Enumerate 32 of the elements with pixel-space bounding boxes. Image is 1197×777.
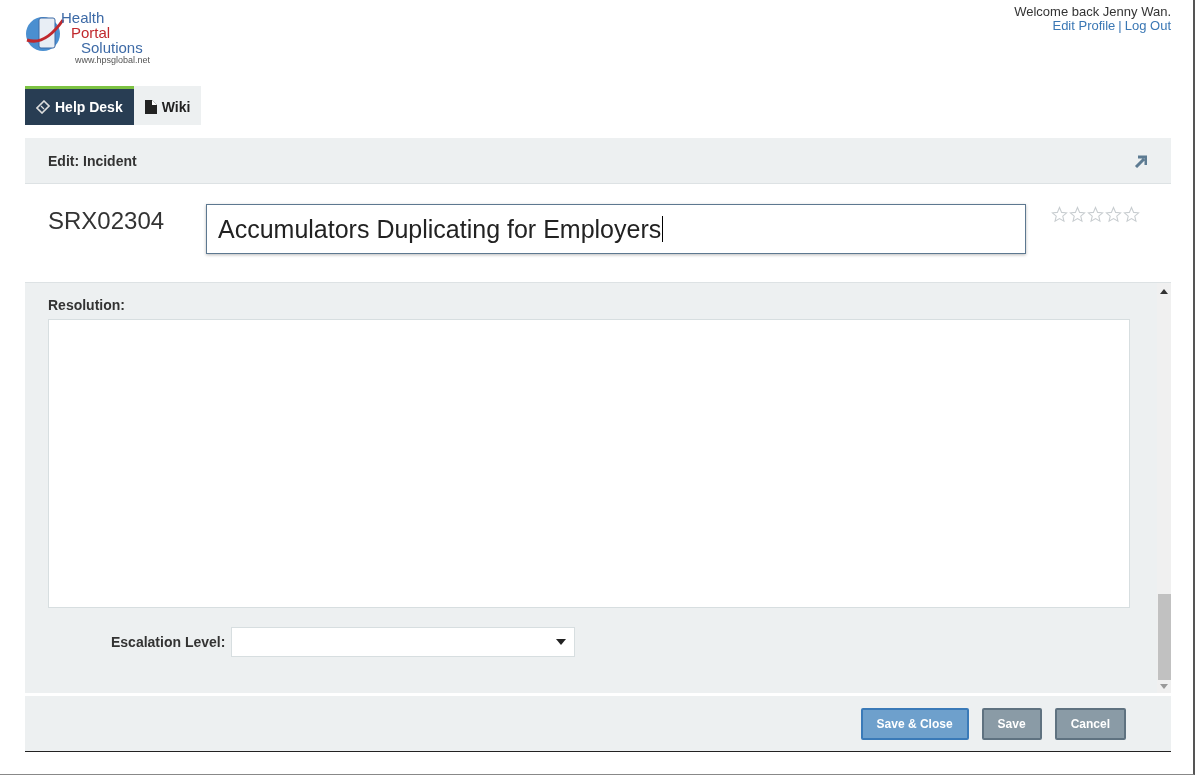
- star-icon[interactable]: [1087, 206, 1104, 223]
- log-out-link[interactable]: Log Out: [1124, 19, 1171, 33]
- header-title: Edit: Incident: [48, 152, 137, 169]
- star-icon[interactable]: [1051, 206, 1068, 223]
- logo-text: Portal: [71, 25, 112, 40]
- incident-id: SRX02304: [48, 207, 166, 235]
- welcome-text: Welcome back Jenny Wan.: [1014, 5, 1171, 19]
- scroll-up-icon[interactable]: [1160, 289, 1168, 294]
- action-button[interactable]: Save: [981, 707, 1042, 740]
- escalation-dropdown[interactable]: [231, 627, 576, 657]
- star-icon[interactable]: [1105, 206, 1122, 223]
- escalation-label: Escalation Level:: [111, 634, 226, 650]
- link-separator: |: [1118, 19, 1122, 33]
- scroll-down-icon[interactable]: [1160, 684, 1168, 689]
- expand-arrow-icon[interactable]: [1133, 153, 1147, 168]
- nav-tab[interactable]: Wiki: [133, 86, 202, 125]
- resolution-text-area[interactable]: [48, 319, 1130, 608]
- star-icon[interactable]: [1069, 206, 1086, 223]
- resolution-label: Resolution:: [48, 297, 126, 313]
- action-button[interactable]: Save & Close: [860, 707, 969, 740]
- edit-profile-link[interactable]: Edit Profile: [1052, 19, 1116, 33]
- action-button[interactable]: Cancel: [1054, 707, 1126, 740]
- scroll-thumb[interactable]: [1157, 594, 1171, 680]
- logo-url: www.hpsglobal.net: [75, 55, 151, 65]
- logo-text: Health: [61, 10, 106, 25]
- star-icon[interactable]: [1123, 206, 1140, 223]
- document-icon: [144, 100, 157, 114]
- title-input-field[interactable]: Accumulators Duplicating for Employers: [206, 204, 1026, 254]
- ticket-icon: [36, 100, 50, 114]
- nav-tab[interactable]: Help Desk: [25, 86, 134, 125]
- logo-text: Solutions: [81, 40, 144, 55]
- caret-icon: [556, 639, 567, 645]
